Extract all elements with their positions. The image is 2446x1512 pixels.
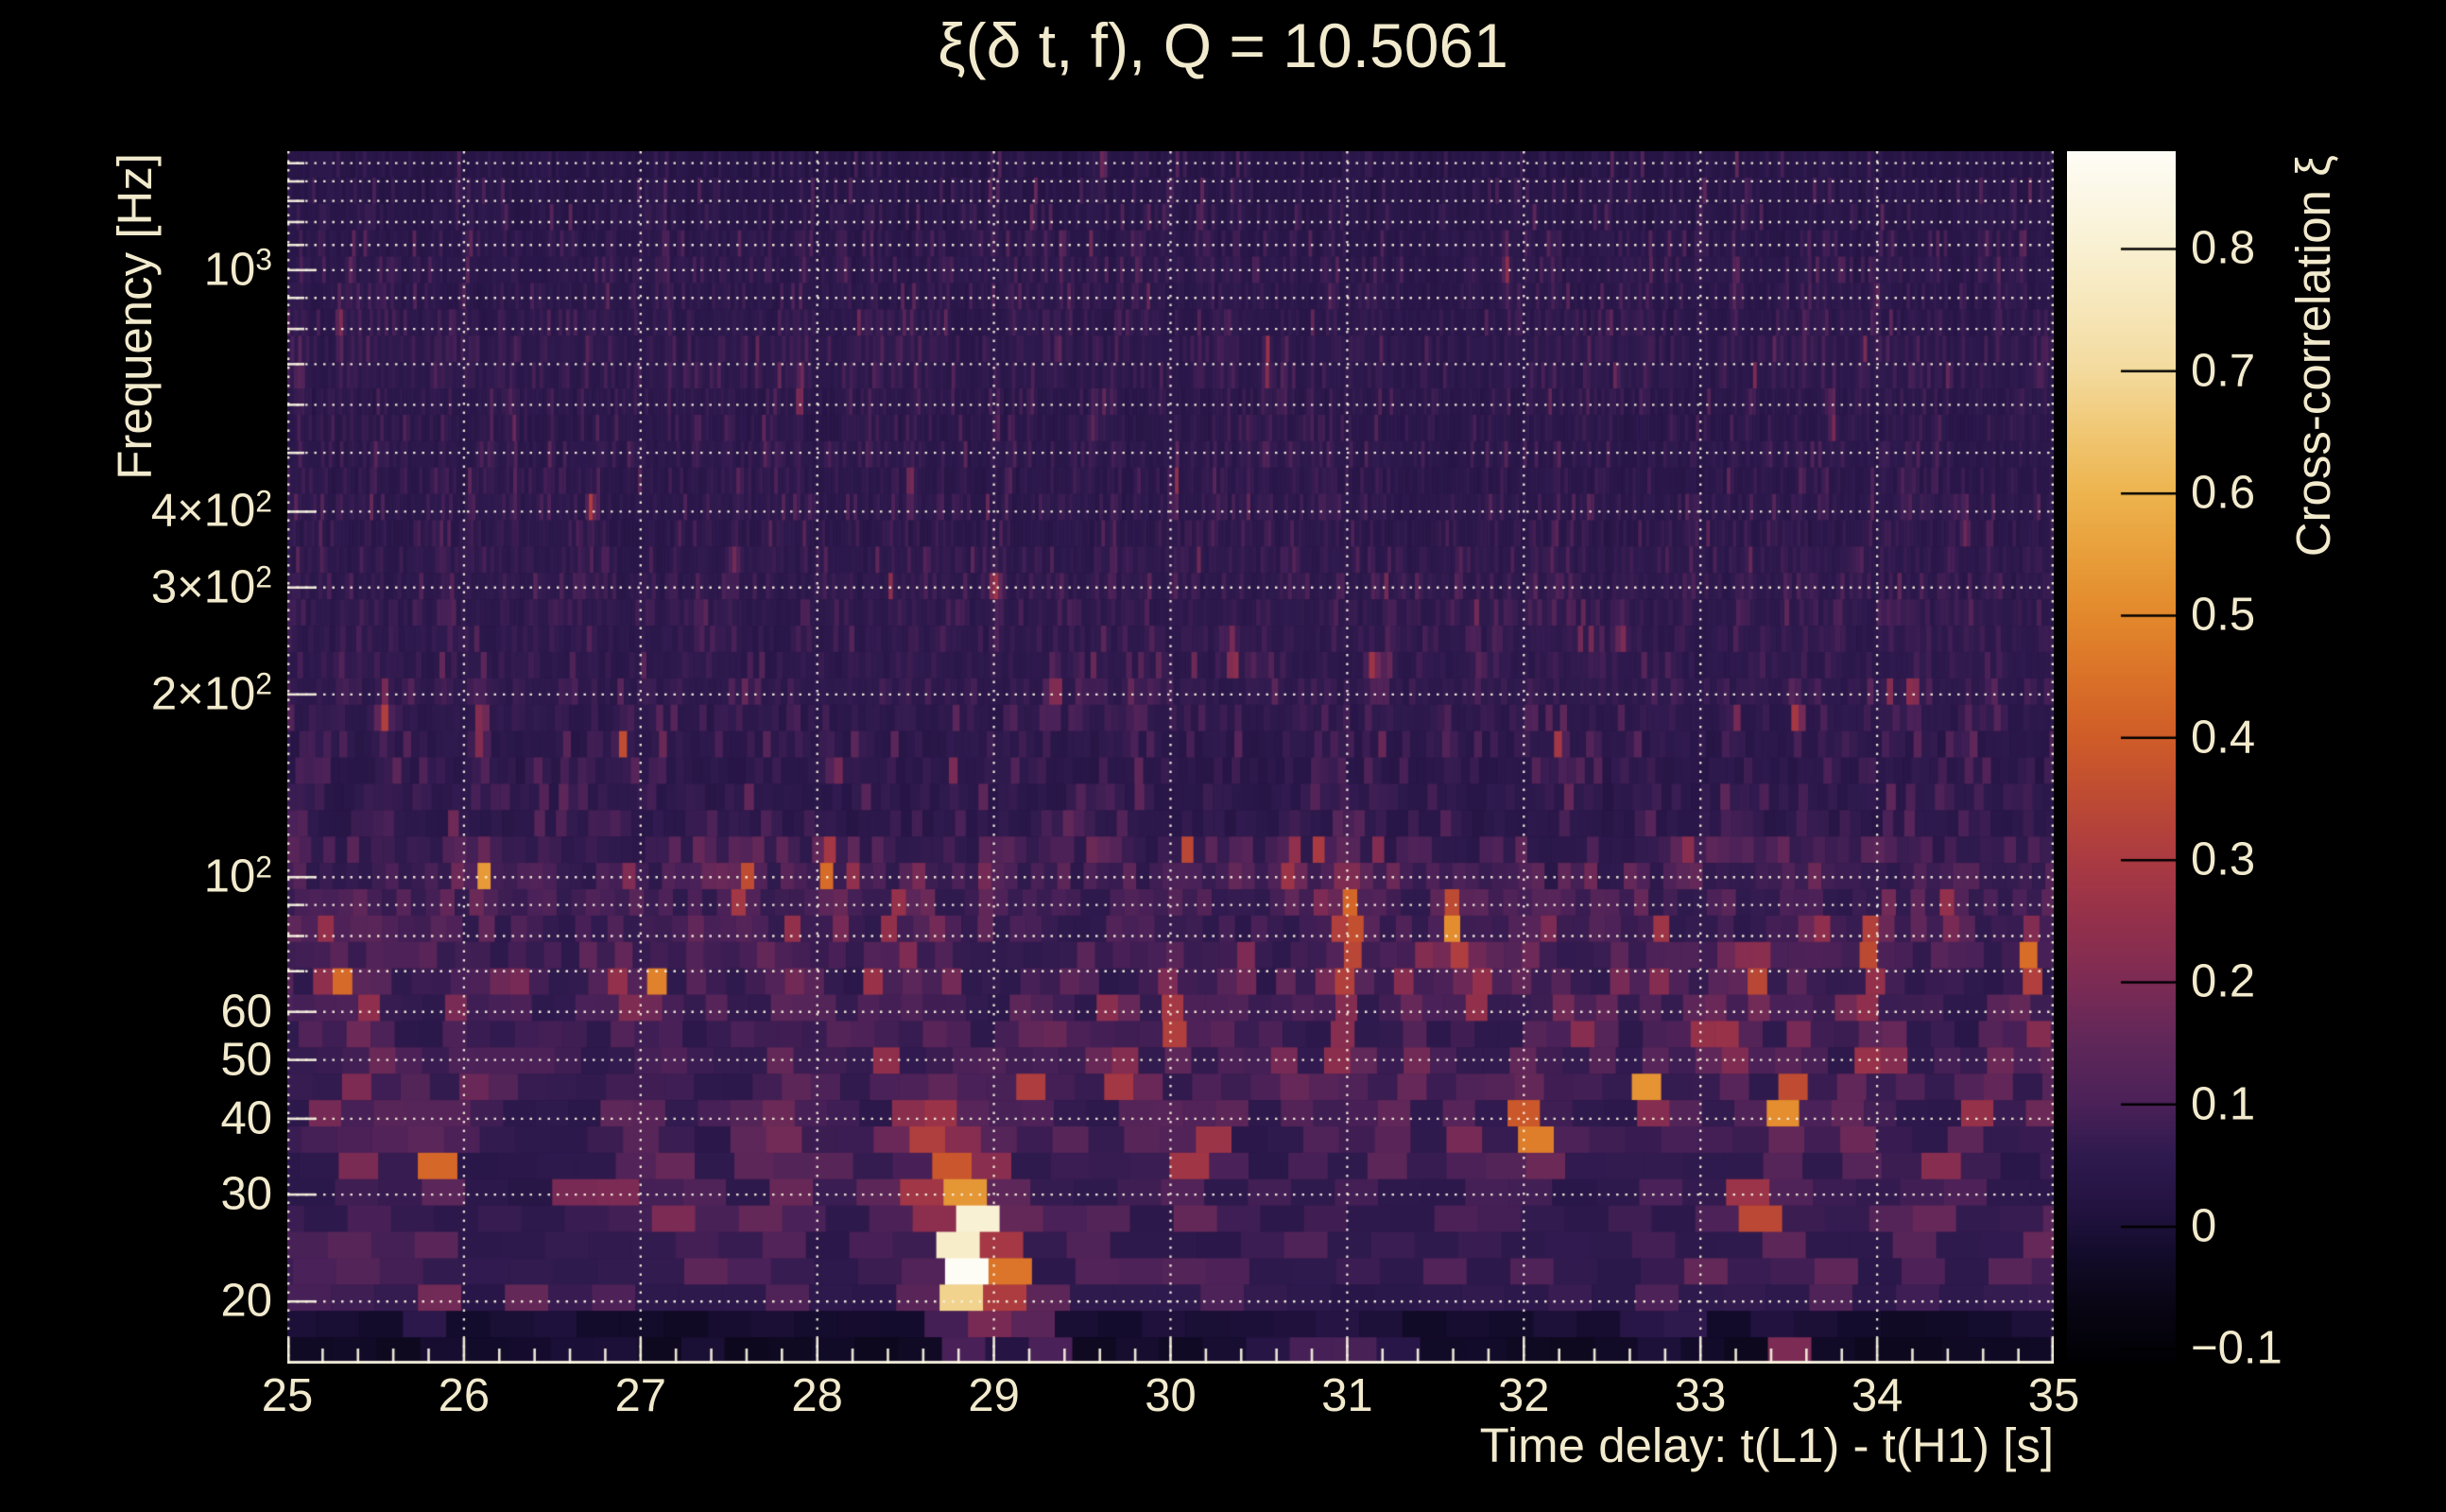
y-tick-label: 30 (220, 1168, 272, 1220)
x-tick-label: 31 (1321, 1370, 1373, 1421)
colorbar-tick-label: 0.8 (2191, 222, 2256, 274)
x-tick-label: 34 (1851, 1370, 1903, 1421)
colorbar-tick-label: 0.1 (2191, 1078, 2256, 1130)
y-tick-label: 3×102 (150, 559, 272, 613)
colorbar-tick-label: 0.6 (2191, 467, 2256, 519)
x-tick-label: 27 (614, 1370, 667, 1421)
figure-root: ξ(δ t, f), Q = 10.5061 Frequency [Hz] 25… (0, 0, 2446, 1512)
plot-title: ξ(δ t, f), Q = 10.5061 (938, 10, 1508, 80)
x-tick-label: 32 (1498, 1370, 1550, 1421)
colorbar-tick-label: 0.2 (2191, 955, 2256, 1007)
colorbar (2067, 151, 2176, 1364)
y-tick-label: 103 (203, 242, 272, 296)
colorbar-tick-label: 0.7 (2191, 345, 2256, 397)
y-tick-label: 60 (220, 986, 272, 1038)
x-tick-label: 25 (261, 1370, 314, 1421)
colorbar-tick-label: 0.3 (2191, 833, 2256, 885)
x-tick-label: 28 (791, 1370, 843, 1421)
y-tick-label: 40 (220, 1092, 272, 1144)
colorbar-tick-label: −0.1 (2191, 1322, 2282, 1374)
y-axis-label: Frequency [Hz] (108, 153, 162, 480)
x-tick-label: 33 (1674, 1370, 1727, 1421)
colorbar-tick-label: 0.4 (2191, 712, 2256, 764)
y-tick-label: 50 (220, 1034, 272, 1086)
x-axis-label: Time delay: t(L1) - t(H1) [s] (1479, 1418, 2054, 1472)
x-tick-label: 30 (1145, 1370, 1197, 1421)
colorbar-tick-label: 0 (2191, 1200, 2217, 1252)
spectrogram-heatmap (287, 151, 2054, 1364)
x-tick-label: 35 (2027, 1370, 2080, 1421)
colorbar-label: Cross-correlation ξ (2286, 155, 2340, 558)
x-tick-label: 26 (438, 1370, 491, 1421)
y-tick-label: 20 (220, 1275, 272, 1327)
y-tick-label: 102 (203, 850, 272, 902)
colorbar-tick-label: 0.5 (2191, 589, 2256, 641)
y-tick-label: 4×102 (150, 484, 272, 537)
x-tick-label: 29 (968, 1370, 1020, 1421)
y-tick-label: 2×102 (150, 666, 272, 720)
